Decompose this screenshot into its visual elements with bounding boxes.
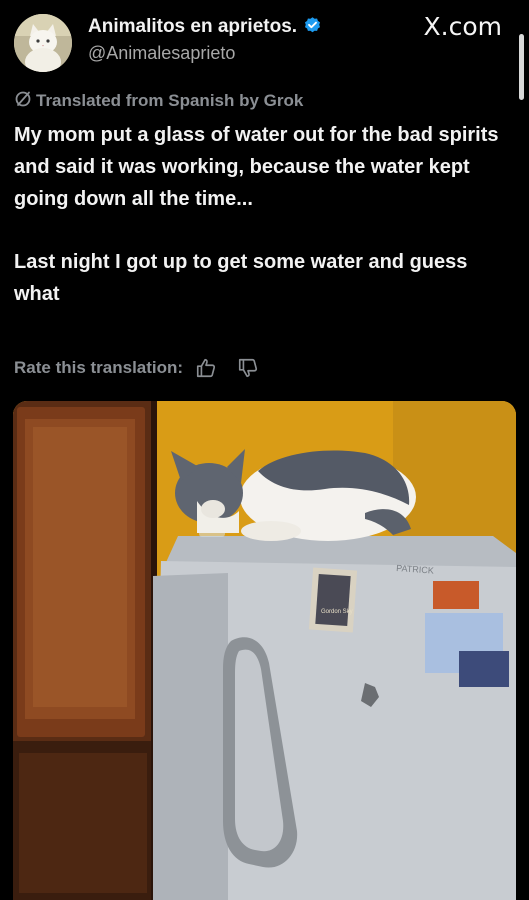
tweet-header: Animalitos en aprietos. @Animalesaprieto… (0, 0, 529, 100)
tweet-body: My mom put a glass of water out for the … (14, 119, 514, 310)
translation-notice-text: Translated from Spanish by Grok (36, 91, 304, 110)
thumbs-down-button[interactable] (237, 357, 259, 379)
display-name[interactable]: Animalitos en aprietos. (88, 16, 322, 38)
thumbs-down-icon (239, 358, 258, 378)
tweet-paragraph-2: Last night I got up to get some water an… (14, 251, 468, 305)
site-watermark: X.com (423, 12, 502, 41)
rate-translation-row: Rate this translation: (14, 357, 259, 379)
translation-notice: Translated from Spanish by Grok (14, 90, 303, 111)
thumbs-up-button[interactable] (195, 357, 217, 379)
cat-avatar-icon[interactable] (14, 14, 72, 72)
account-handle[interactable]: @Animalesaprieto (88, 43, 235, 64)
scrollbar-thumb[interactable] (519, 34, 524, 100)
magnet-text: Gordon Sky (321, 609, 353, 615)
grok-slash-icon (15, 91, 31, 107)
display-name-text[interactable]: Animalitos en aprietos. (88, 16, 297, 37)
tweet-media-photo[interactable]: PATRICK Gordon Sky (13, 401, 516, 900)
verified-badge-icon (305, 17, 321, 33)
thumbs-up-icon (197, 358, 216, 378)
tweet-paragraph-1: My mom put a glass of water out for the … (14, 124, 499, 210)
rate-translation-label: Rate this translation: (14, 358, 184, 377)
